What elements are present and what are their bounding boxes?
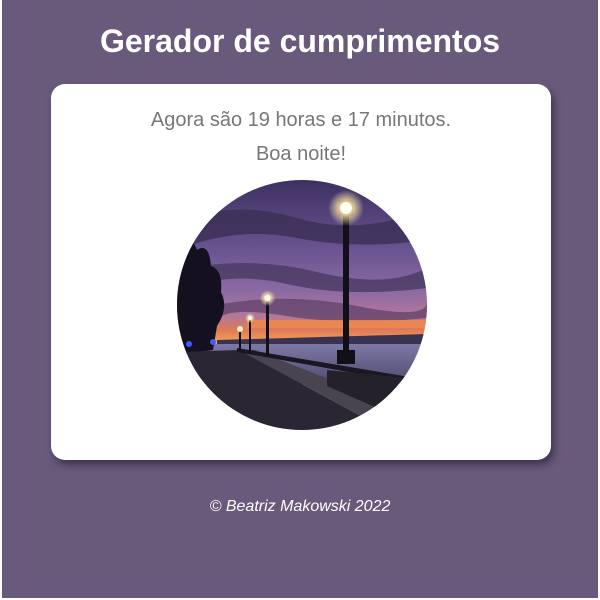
page-title: Gerador de cumprimentos	[99, 23, 501, 59]
footer-copyright: © Beatriz Makowski 2022	[209, 498, 391, 515]
greeting-card: Agora são 19 horas e 17 minutos. Boa noi…	[51, 84, 551, 460]
period-photo	[177, 180, 427, 430]
greeting-message: Boa noite!	[255, 143, 347, 165]
page-background: Gerador de cumprimentos Agora são 19 hor…	[2, 0, 598, 598]
current-time-message: Agora são 19 horas e 17 minutos.	[150, 109, 452, 131]
